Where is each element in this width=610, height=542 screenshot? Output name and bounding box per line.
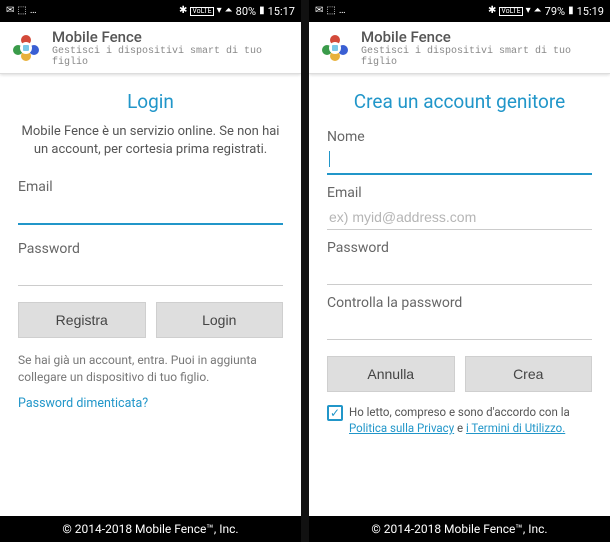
phone-icon: ⬚ xyxy=(326,6,335,16)
wifi-icon: ▾ xyxy=(217,6,222,16)
signal-icon: ⏶ xyxy=(225,6,233,16)
password-label: Password xyxy=(327,240,592,256)
name-label: Nome xyxy=(327,129,592,145)
cancel-button[interactable]: Annulla xyxy=(327,356,455,392)
confirm-label: Controlla la password xyxy=(327,295,592,311)
email-input[interactable] xyxy=(18,197,283,225)
bluetooth-icon: ✱ xyxy=(179,6,187,16)
password-field-wrap: Password xyxy=(309,234,610,289)
battery-icon: ▮ xyxy=(259,6,265,16)
name-input[interactable] xyxy=(327,147,592,175)
email-field-wrap: Email xyxy=(309,179,610,234)
battery-text: 79% xyxy=(545,5,565,18)
password-field-wrap: Password xyxy=(0,235,301,290)
phone-icon: ✉ xyxy=(315,6,323,16)
app-title: Mobile Fence xyxy=(361,28,600,46)
phone-icon: ✉ xyxy=(6,6,14,16)
password-input[interactable] xyxy=(18,259,283,286)
volte-icon: VoLTE xyxy=(190,7,213,16)
signal-icon: ⏶ xyxy=(534,6,542,16)
email-label: Email xyxy=(327,185,592,201)
volte-icon: VoLTE xyxy=(499,7,522,16)
more-icon: … xyxy=(30,6,37,16)
bluetooth-icon: ✱ xyxy=(488,6,496,16)
page-title: Crea un account genitore xyxy=(309,74,610,123)
tos-checkbox[interactable]: ✓ xyxy=(327,405,343,421)
app-subtitle: Gestisci i dispositivi smart di tuo figl… xyxy=(361,46,600,68)
register-button[interactable]: Registra xyxy=(18,302,146,338)
app-logo-icon xyxy=(319,32,351,64)
create-button[interactable]: Crea xyxy=(465,356,593,392)
password-label: Password xyxy=(18,241,283,257)
email-field-wrap: Email xyxy=(0,173,301,229)
footer: © 2014-2018 Mobile Fence™, Inc. xyxy=(309,516,610,542)
app-logo-icon xyxy=(10,32,42,64)
battery-text: 80% xyxy=(236,5,256,18)
clock-text: 15:19 xyxy=(577,5,604,18)
password-input[interactable] xyxy=(327,258,592,285)
page-title: Login xyxy=(0,74,301,123)
wifi-icon: ▾ xyxy=(526,6,531,16)
email-input[interactable] xyxy=(327,203,592,230)
email-label: Email xyxy=(18,179,283,195)
app-bar: Mobile Fence Gestisci i dispositivi smar… xyxy=(309,22,610,74)
forgot-password-link[interactable]: Password dimenticata? xyxy=(0,392,301,415)
confirm-password-input[interactable] xyxy=(327,313,592,340)
login-screen: ✉ ⬚ … ✱ VoLTE ▾ ⏶ 80% ▮ 15:17 Mobil xyxy=(0,0,301,542)
privacy-link[interactable]: Politica sulla Privacy xyxy=(349,421,454,435)
tos-text: Ho letto, compreso e sono d'accordo con … xyxy=(349,404,592,436)
intro-text: Mobile Fence è un servizio online. Se no… xyxy=(0,123,301,173)
app-subtitle: Gestisci i dispositivi smart di tuo figl… xyxy=(52,46,291,68)
clock-text: 15:17 xyxy=(268,5,295,18)
app-title: Mobile Fence xyxy=(52,28,291,46)
note-text: Se hai già un account, entra. Puoi in ag… xyxy=(0,346,301,392)
terms-link[interactable]: i Termini di Utilizzo. xyxy=(466,421,565,435)
app-bar: Mobile Fence Gestisci i dispositivi smar… xyxy=(0,22,301,74)
more-icon: … xyxy=(339,6,346,16)
footer: © 2014-2018 Mobile Fence™, Inc. xyxy=(0,516,301,542)
phone-icon: ⬚ xyxy=(17,6,26,16)
confirm-field-wrap: Controlla la password xyxy=(309,289,610,344)
battery-icon: ▮ xyxy=(568,6,574,16)
name-field-wrap: Nome xyxy=(309,123,610,179)
status-bar: ✉ ⬚ … ✱ VoLTE ▾ ⏶ 79% ▮ 15:19 xyxy=(309,0,610,22)
status-bar: ✉ ⬚ … ✱ VoLTE ▾ ⏶ 80% ▮ 15:17 xyxy=(0,0,301,22)
signup-screen: ✉ ⬚ … ✱ VoLTE ▾ ⏶ 79% ▮ 15:19 Mobil xyxy=(309,0,610,542)
login-button[interactable]: Login xyxy=(156,302,284,338)
